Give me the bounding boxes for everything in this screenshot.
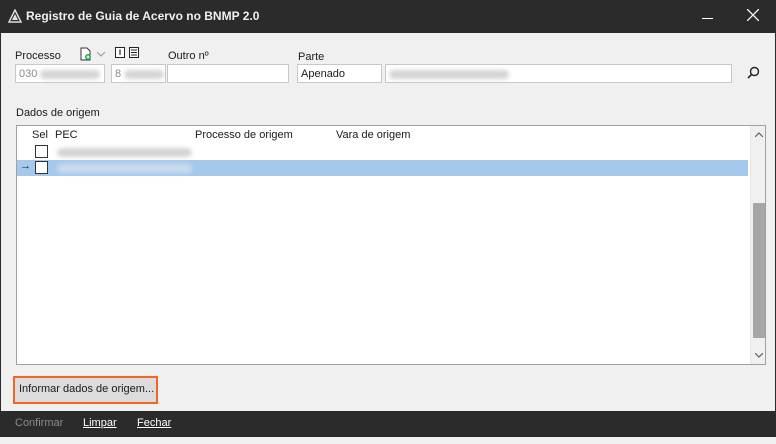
dados-origem-label: Dados de origem bbox=[16, 107, 100, 119]
outro-numero-label: Outro nº bbox=[168, 50, 209, 62]
scroll-thumb[interactable] bbox=[753, 203, 765, 338]
processo-input[interactable]: 030 bbox=[15, 64, 105, 83]
redacted-text bbox=[57, 164, 192, 173]
redacted-text bbox=[389, 69, 509, 79]
minimize-button[interactable] bbox=[684, 0, 730, 33]
app-logo-icon bbox=[7, 8, 23, 23]
title-bar: Registro de Guia de Acervo no BNMP 2.0 bbox=[0, 0, 776, 33]
row-select-checkbox[interactable] bbox=[35, 145, 48, 158]
search-icon bbox=[746, 66, 760, 82]
current-row-indicator: → bbox=[20, 160, 31, 172]
column-header-vara-origem[interactable]: Vara de origem bbox=[336, 129, 410, 141]
scroll-down-arrow-icon[interactable] bbox=[751, 347, 765, 363]
vertical-scrollbar[interactable] bbox=[750, 126, 765, 364]
limpar-button[interactable]: Limpar bbox=[83, 417, 117, 429]
redacted-text bbox=[40, 69, 101, 79]
informar-dados-origem-button[interactable]: Informar dados de origem... bbox=[13, 376, 158, 404]
window-bottom-edge bbox=[0, 437, 776, 444]
footer-toolbar: Confirmar Limpar Fechar bbox=[1, 411, 775, 437]
limpar-label: Limpar bbox=[83, 417, 117, 429]
close-icon bbox=[746, 8, 760, 24]
fechar-button[interactable]: Fechar bbox=[137, 417, 171, 429]
redacted-text bbox=[124, 69, 165, 79]
outro-numero-input[interactable] bbox=[167, 64, 289, 83]
chevron-down-icon[interactable] bbox=[96, 49, 106, 59]
window-title: Registro de Guia de Acervo no BNMP 2.0 bbox=[26, 9, 260, 23]
row-select-checkbox[interactable] bbox=[35, 161, 48, 174]
close-button[interactable] bbox=[730, 0, 776, 33]
processo-complement-input[interactable]: 8 bbox=[111, 64, 166, 83]
column-header-sel[interactable]: Sel bbox=[32, 129, 48, 141]
parte-label: Parte bbox=[298, 51, 325, 63]
document-list-icon[interactable] bbox=[128, 46, 140, 58]
processo-complement-value: 8 bbox=[115, 68, 122, 80]
add-document-icon[interactable] bbox=[79, 47, 93, 61]
document-info-icon[interactable] bbox=[114, 46, 126, 58]
fechar-label: Fechar bbox=[137, 417, 172, 429]
search-button[interactable] bbox=[744, 65, 762, 83]
dialog-body: Processo 030 8 Outro nº Parte Apenado Da… bbox=[1, 33, 775, 411]
processo-label: Processo bbox=[15, 50, 61, 62]
confirmar-button[interactable]: Confirmar bbox=[15, 417, 63, 429]
processo-value: 030 bbox=[19, 68, 38, 80]
table-row[interactable] bbox=[17, 144, 748, 160]
redacted-text bbox=[57, 148, 192, 157]
parte-type-input[interactable]: Apenado bbox=[297, 64, 382, 83]
scroll-up-arrow-icon[interactable] bbox=[751, 126, 765, 142]
table-row-selected[interactable]: → bbox=[17, 160, 748, 176]
origin-data-grid[interactable]: Sel PEC Processo de origem Vara de orige… bbox=[16, 125, 766, 365]
parte-name-input[interactable] bbox=[385, 64, 732, 83]
column-header-processo-origem[interactable]: Processo de origem bbox=[195, 129, 293, 141]
confirmar-label: Confirmar bbox=[15, 417, 64, 429]
minimize-icon bbox=[701, 11, 713, 23]
column-header-pec[interactable]: PEC bbox=[55, 129, 78, 141]
